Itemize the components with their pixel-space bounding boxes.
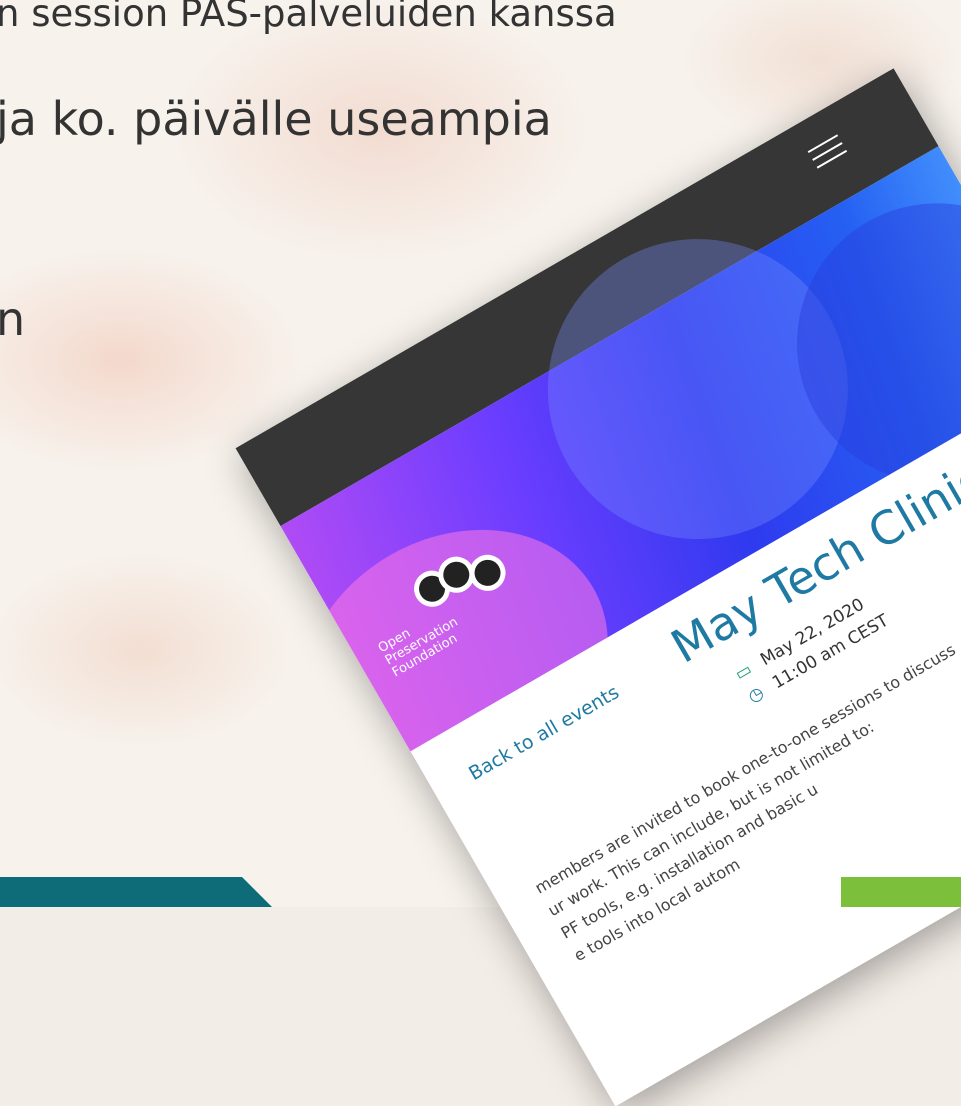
slide-green-bar bbox=[841, 877, 961, 907]
slide-text-line-2: ja ko. päivälle useampia bbox=[0, 92, 552, 146]
clock-icon: ◷ bbox=[744, 682, 768, 708]
hamburger-menu-icon[interactable] bbox=[804, 128, 850, 174]
slide-text-line-1: n session PAS-palveluiden kanssa bbox=[0, 0, 617, 35]
calendar-icon: ▭ bbox=[731, 659, 756, 685]
slide-text-line-3: n bbox=[0, 292, 26, 346]
slide-teal-bar bbox=[0, 877, 272, 907]
